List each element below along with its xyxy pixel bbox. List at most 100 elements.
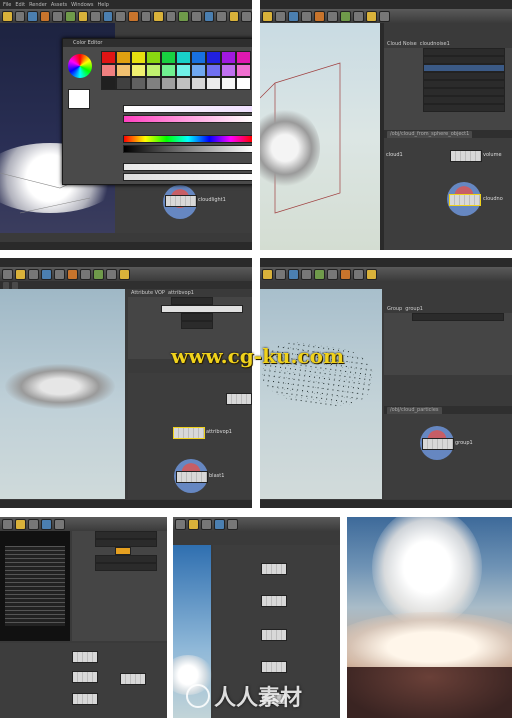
palette-swatch[interactable] <box>101 77 116 90</box>
shelf-tool-icon[interactable] <box>340 10 351 22</box>
parm-field[interactable] <box>95 563 157 571</box>
network-path[interactable]: /obj/cloud_from_sphere_object1 <box>387 130 473 138</box>
shelf-tool-icon[interactable] <box>90 10 101 22</box>
shelf-tool-icon[interactable] <box>2 10 13 22</box>
menu-windows[interactable]: Windows <box>71 2 93 8</box>
cloudlight-node[interactable] <box>165 195 197 207</box>
shelf-tool-icon[interactable] <box>140 10 152 22</box>
parm-field[interactable] <box>423 88 505 96</box>
palette-swatch[interactable] <box>176 77 191 90</box>
shelf-tool-icon[interactable] <box>288 10 299 22</box>
shelf-tool-icon[interactable] <box>203 10 215 22</box>
shelf-tool-icon[interactable] <box>119 268 130 280</box>
parm-field[interactable] <box>423 56 505 64</box>
palette-swatch[interactable] <box>236 77 251 90</box>
attribvop-node[interactable] <box>173 427 205 439</box>
shelf-tool-icon[interactable] <box>127 10 139 22</box>
parm-field[interactable] <box>423 48 505 56</box>
tab-context[interactable]: ​ <box>12 281 18 289</box>
shelf-tool-icon[interactable] <box>115 10 126 22</box>
color-editor-titlebar[interactable]: Color Editor <box>63 39 252 47</box>
shelf-tool-icon[interactable] <box>262 10 273 22</box>
parm-field[interactable] <box>423 80 505 88</box>
palette-swatch[interactable] <box>116 64 131 77</box>
shelf-tool-icon[interactable] <box>275 268 286 280</box>
shelf-tool-icon[interactable] <box>106 268 117 280</box>
network-node[interactable] <box>120 673 146 685</box>
shelf-tool-icon[interactable] <box>175 518 186 530</box>
parm-field[interactable] <box>95 531 157 539</box>
shelf-tool-icon[interactable] <box>201 518 212 530</box>
shelf-tool-icon[interactable] <box>102 10 114 22</box>
network-node[interactable] <box>72 651 98 663</box>
palette-swatch[interactable] <box>191 77 206 90</box>
palette-swatch[interactable] <box>191 64 206 77</box>
parm-field[interactable] <box>171 297 213 305</box>
shelf-tool-icon[interactable] <box>14 10 26 22</box>
scene-viewport[interactable] <box>0 531 70 641</box>
network-view[interactable]: attribvop1 blast1 <box>128 373 252 499</box>
shelf-tool-icon[interactable] <box>2 518 13 530</box>
palette-swatch[interactable] <box>146 64 161 77</box>
shelf-tool-icon[interactable] <box>216 10 227 22</box>
palette-swatch[interactable] <box>161 64 176 77</box>
color-editor-window[interactable]: Color Editor <box>62 38 252 185</box>
blast-node-red[interactable] <box>226 393 252 405</box>
palette-swatch[interactable] <box>236 64 251 77</box>
shelf-tool-icon[interactable] <box>153 10 164 22</box>
network-node[interactable] <box>72 693 98 705</box>
shelf-tool-icon[interactable] <box>241 10 252 22</box>
palette-swatch[interactable] <box>161 51 176 64</box>
palette-swatch[interactable] <box>131 64 146 77</box>
menu-assets[interactable]: Assets <box>51 2 67 8</box>
palette-swatch[interactable] <box>101 51 116 64</box>
shelf-tool-icon[interactable] <box>228 10 240 22</box>
rgb-spectrum-slider[interactable] <box>123 135 252 143</box>
network-node[interactable] <box>261 629 287 641</box>
parm-field[interactable] <box>181 313 213 321</box>
palette-swatch[interactable] <box>146 77 161 90</box>
shelf-tool-icon[interactable] <box>262 268 273 280</box>
parm-field[interactable] <box>412 313 504 321</box>
network-node[interactable] <box>261 563 287 575</box>
shelf-tool-icon[interactable] <box>301 10 312 22</box>
palette-swatch[interactable] <box>206 64 221 77</box>
palette-swatch[interactable] <box>116 77 131 90</box>
parm-field[interactable] <box>181 321 213 329</box>
value-slider[interactable] <box>123 145 252 153</box>
parm-field[interactable] <box>95 555 157 563</box>
palette-swatch[interactable] <box>161 77 176 90</box>
shelf-tool-icon[interactable] <box>314 268 325 280</box>
shelf-tool-icon[interactable] <box>366 10 377 22</box>
shelf-tool-icon[interactable] <box>165 10 177 22</box>
shelf-tool-icon[interactable] <box>353 268 364 280</box>
shelf-tool-icon[interactable] <box>15 518 26 530</box>
saturation-slider[interactable] <box>123 115 252 123</box>
shelf-tool-icon[interactable] <box>64 10 76 22</box>
network-view[interactable]: cloud1 volume cloudno <box>384 138 512 250</box>
shelf-tool-icon[interactable] <box>2 268 13 280</box>
parm-field[interactable] <box>423 72 505 80</box>
volume-node[interactable] <box>450 150 482 162</box>
cloudnoise-node[interactable] <box>449 194 481 206</box>
parm-field[interactable] <box>423 96 505 104</box>
network-node[interactable] <box>72 671 98 683</box>
shelf-tool-icon[interactable] <box>178 10 189 22</box>
palette-swatch[interactable] <box>221 77 236 90</box>
palette-swatch[interactable] <box>176 64 191 77</box>
shelf-tool-icon[interactable] <box>67 268 78 280</box>
shelf-tool-icon[interactable] <box>301 268 312 280</box>
palette-swatch[interactable] <box>191 51 206 64</box>
network-path[interactable]: /obj/cloud_particles <box>387 406 442 414</box>
shelf-tool-icon[interactable] <box>327 268 338 280</box>
shelf-tool-icon[interactable] <box>379 10 390 22</box>
blast-node[interactable] <box>176 471 208 483</box>
shelf-tool-icon[interactable] <box>327 10 338 22</box>
palette-swatch[interactable] <box>101 64 116 77</box>
shelf-tool-icon[interactable] <box>52 10 63 22</box>
palette-swatch[interactable] <box>206 77 221 90</box>
shelf-tool-icon[interactable] <box>41 518 52 530</box>
alpha-slider[interactable] <box>123 163 252 171</box>
palette-swatch[interactable] <box>221 64 236 77</box>
shelf-tool-icon[interactable] <box>314 10 325 22</box>
